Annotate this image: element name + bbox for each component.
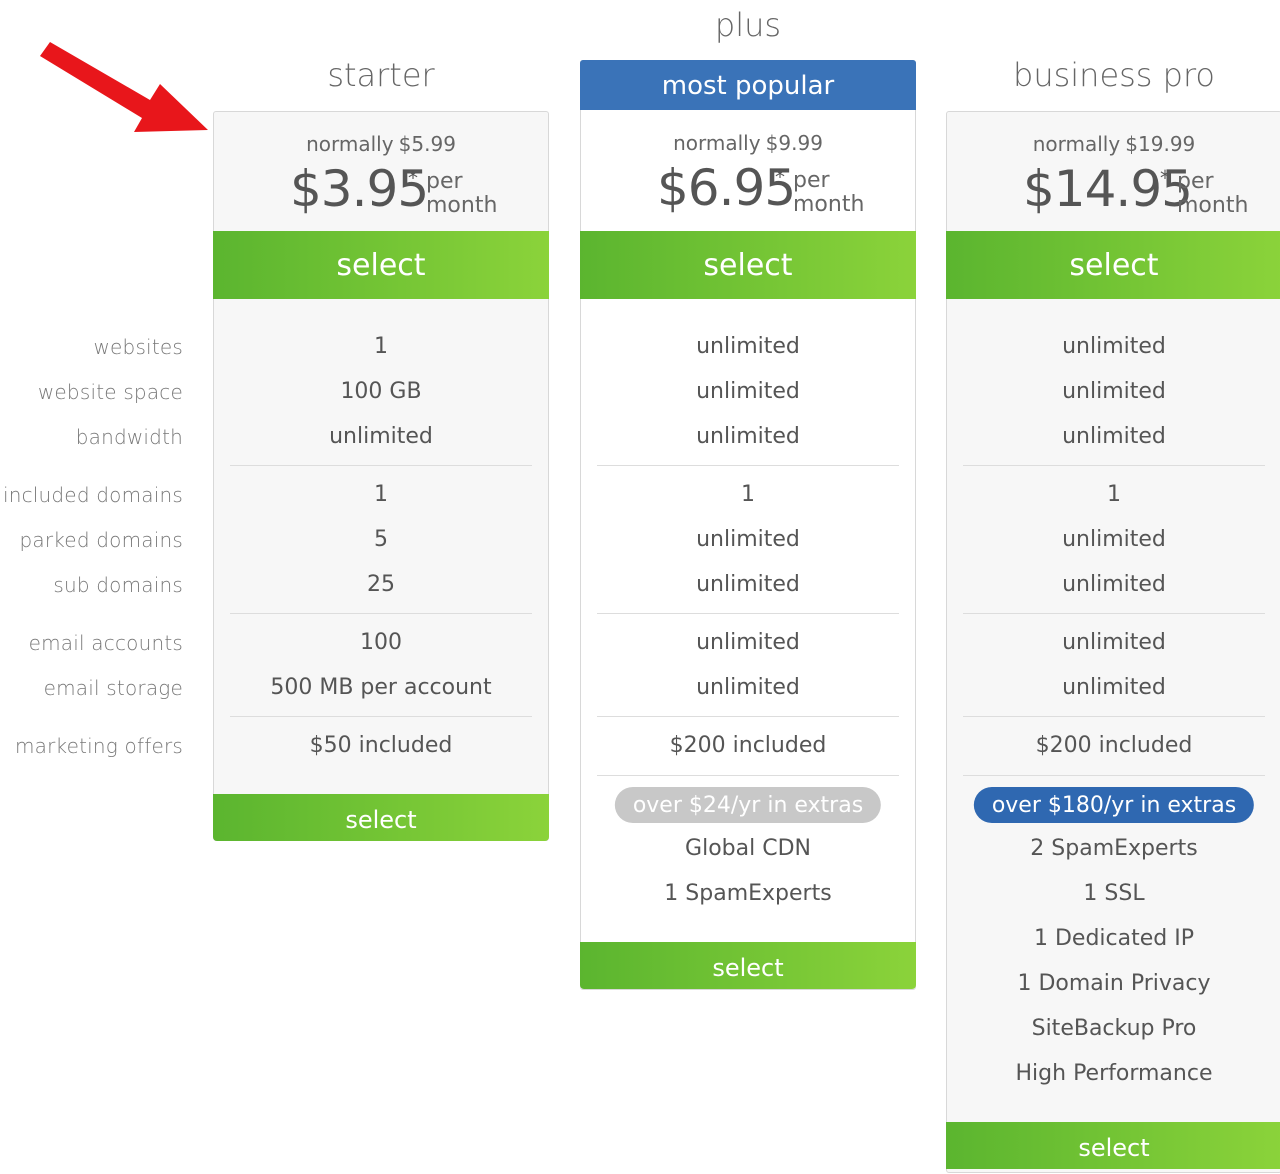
select-button[interactable]: select xyxy=(580,942,916,989)
divider xyxy=(963,716,1265,717)
select-button[interactable]: select xyxy=(946,1122,1280,1169)
select-button[interactable]: select xyxy=(213,794,549,841)
label-email-storage: email storage xyxy=(43,676,183,700)
value-websites: unlimited xyxy=(1062,334,1166,359)
plan-card: normally $19.99 $14.95 * per month selec… xyxy=(946,111,1280,1173)
divider xyxy=(597,775,899,776)
plan-title: starter xyxy=(327,56,435,94)
old-price: $9.99 xyxy=(765,131,823,155)
value-parked-domains: unlimited xyxy=(1062,527,1166,552)
value-parked-domains: unlimited xyxy=(696,527,800,552)
divider xyxy=(597,465,899,466)
label-marketing-offers: marketing offers xyxy=(14,734,183,758)
extra-item: 1 Domain Privacy xyxy=(1017,971,1211,996)
normally-price: normally $19.99 xyxy=(1032,132,1196,156)
select-button[interactable]: select xyxy=(213,231,549,299)
label-included-domains: included domains xyxy=(2,483,183,507)
extra-item: SiteBackup Pro xyxy=(1031,1016,1197,1041)
value-included-domains: 1 xyxy=(374,482,388,507)
value-email-storage: 500 MB per account xyxy=(270,675,492,700)
value-email-accounts: unlimited xyxy=(1062,630,1166,655)
value-website-space: unlimited xyxy=(696,379,800,404)
value-marketing-offers: $200 included xyxy=(669,733,827,758)
value-email-accounts: unlimited xyxy=(696,630,800,655)
divider xyxy=(963,465,1265,466)
extras-badge: over $24/yr in extras xyxy=(614,787,882,823)
extra-item: 1 Dedicated IP xyxy=(1034,926,1194,951)
divider xyxy=(230,465,532,466)
old-price: $5.99 xyxy=(398,132,456,156)
red-arrow-icon xyxy=(40,42,208,132)
extra-item: Global CDN xyxy=(685,836,811,861)
value-websites: 1 xyxy=(374,334,388,359)
old-price: $19.99 xyxy=(1125,132,1196,156)
label-email-accounts: email accounts xyxy=(28,631,183,655)
label-websites: websites xyxy=(93,335,183,359)
value-marketing-offers: $200 included xyxy=(1035,733,1193,758)
plan-card: normally $5.99 $3.95 * per month select … xyxy=(213,111,549,841)
select-button[interactable]: select xyxy=(946,231,1280,299)
divider xyxy=(963,775,1265,776)
value-parked-domains: 5 xyxy=(374,527,388,552)
extras-badge: over $180/yr in extras xyxy=(973,787,1255,823)
most-popular-banner: most popular xyxy=(580,60,916,110)
value-bandwidth: unlimited xyxy=(1062,424,1166,449)
value-sub-domains: unlimited xyxy=(696,572,800,597)
value-bandwidth: unlimited xyxy=(696,424,800,449)
value-bandwidth: unlimited xyxy=(329,424,433,449)
plan-title: plus xyxy=(714,6,782,44)
extra-item: 1 SSL xyxy=(1083,881,1145,906)
label-bandwidth: bandwidth xyxy=(75,425,183,449)
value-included-domains: 1 xyxy=(741,482,755,507)
label-website-space: website space xyxy=(37,380,183,404)
divider xyxy=(230,716,532,717)
label-sub-domains: sub domains xyxy=(53,573,183,597)
plan-title: business pro xyxy=(1013,56,1215,94)
plan-card: most popular normally $9.99 $6.95 * per … xyxy=(580,60,916,990)
extra-item: 1 SpamExperts xyxy=(664,881,832,906)
value-website-space: unlimited xyxy=(1062,379,1166,404)
value-websites: unlimited xyxy=(696,334,800,359)
value-sub-domains: unlimited xyxy=(1062,572,1166,597)
divider xyxy=(230,613,532,614)
value-email-storage: unlimited xyxy=(1062,675,1166,700)
extra-item: 2 SpamExperts xyxy=(1030,836,1198,861)
value-included-domains: 1 xyxy=(1107,482,1121,507)
value-sub-domains: 25 xyxy=(367,572,395,597)
value-email-accounts: 100 xyxy=(360,630,402,655)
value-marketing-offers: $50 included xyxy=(309,733,453,758)
value-email-storage: unlimited xyxy=(696,675,800,700)
divider xyxy=(597,613,899,614)
divider xyxy=(597,716,899,717)
select-button[interactable]: select xyxy=(580,231,916,299)
label-parked-domains: parked domains xyxy=(19,528,183,552)
extra-item: High Performance xyxy=(1015,1061,1213,1086)
normally-price: normally $9.99 xyxy=(673,131,823,155)
normally-price: normally $5.99 xyxy=(306,132,456,156)
divider xyxy=(963,613,1265,614)
value-website-space: 100 GB xyxy=(340,379,422,404)
